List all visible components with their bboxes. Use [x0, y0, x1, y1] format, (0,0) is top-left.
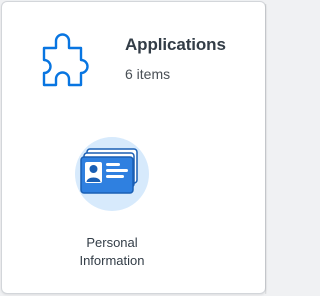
card-header: Applications 6 items: [2, 2, 265, 112]
app-label-line2: Information: [79, 253, 145, 268]
app-label-line1: Personal: [86, 235, 138, 250]
applications-card: Applications 6 items Personal Informatio…: [1, 1, 267, 294]
puzzle-icon: [38, 28, 96, 88]
item-count: 6 items: [125, 66, 171, 82]
app-tile-personal-information[interactable]: Personal Information: [62, 130, 186, 280]
app-label: Personal Information: [52, 234, 172, 270]
id-card-icon: [74, 136, 150, 214]
page-title: Applications: [125, 35, 226, 54]
